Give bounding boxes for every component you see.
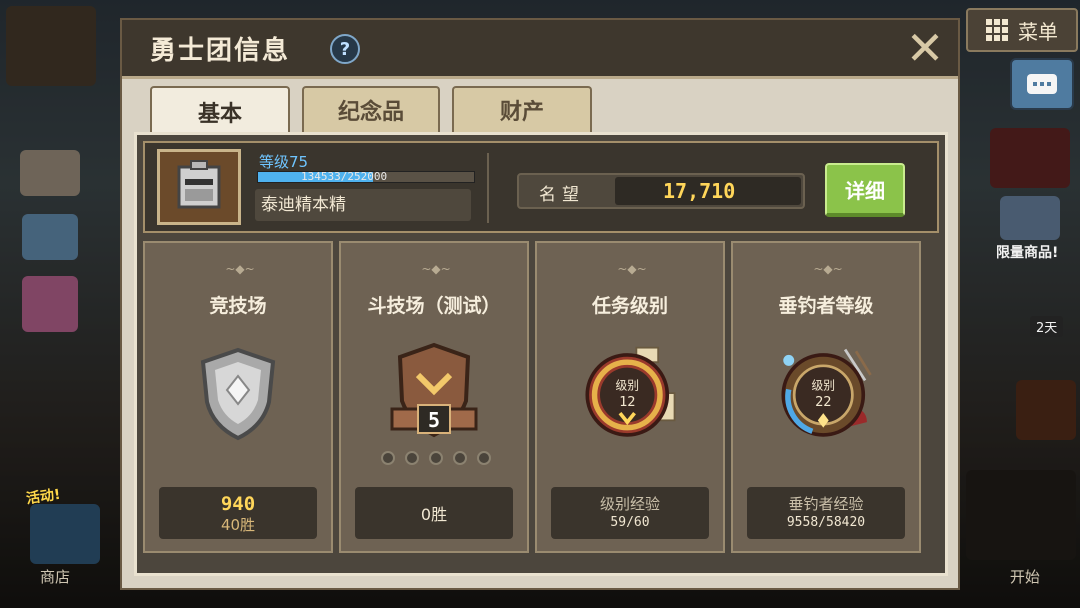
arena-wins: 40胜: [220, 516, 256, 534]
bronze-rank-badge-icon: 5: [384, 339, 484, 449]
dialog-title: 勇士团信息: [150, 36, 291, 66]
angler-exp-label: 垂钓者经验: [788, 495, 864, 513]
detail-button[interactable]: 详细: [825, 163, 905, 217]
tab-content: 等级75 134533/252000 泰迪精本精 名望 17,710 详细 ~◆…: [134, 132, 948, 576]
progress-dot: [405, 451, 419, 465]
fame-value-box: 17,710: [615, 177, 801, 205]
guild-emblem[interactable]: [157, 149, 241, 225]
colosseum-wins: 0胜: [420, 505, 448, 524]
card-title: 竞技场: [209, 295, 267, 317]
colosseum-score-box: 0胜: [355, 487, 513, 539]
angler-level-card[interactable]: ~◆~ 垂钓者等级 级别 22 垂钓者经验 9558/58420: [731, 241, 921, 553]
divider: [487, 153, 489, 223]
arena-card[interactable]: ~◆~ 竞技场 940 40胜: [143, 241, 333, 553]
rank-number: 5: [428, 408, 440, 432]
tab-basic[interactable]: 基本: [150, 86, 290, 136]
guild-level: 等级75: [259, 153, 309, 171]
limited-goods-label: 限量商品!: [996, 245, 1059, 261]
nav-shop[interactable]: 商店: [40, 566, 70, 608]
tab-assets[interactable]: 财产: [452, 86, 592, 132]
quest-scroll-badge-icon: 级别 12: [580, 339, 680, 449]
quest-exp-value: 59/60: [610, 515, 650, 530]
fame-label: 名望: [539, 185, 585, 205]
help-icon[interactable]: ?: [330, 34, 360, 64]
close-icon[interactable]: ✕: [902, 25, 948, 72]
ornament-divider: ~◆~: [617, 262, 647, 276]
guild-info-dialog: 勇士团信息 ? ✕ 基本 纪念品 财产 等级75 134533/252000 泰…: [120, 18, 960, 590]
grid-menu-icon: [986, 19, 1008, 41]
fishing-badge-icon: 级别 22: [776, 339, 876, 449]
progress-dot: [477, 451, 491, 465]
angler-exp-value: 9558/58420: [786, 515, 866, 530]
badge-value: 12: [619, 394, 635, 410]
dialog-header: 勇士团信息 ? ✕: [122, 20, 958, 79]
xp-text: 134533/252000: [301, 170, 388, 183]
angler-exp-box: 垂钓者经验 9558/58420: [747, 487, 905, 539]
badge-label: 级别: [811, 378, 835, 392]
profile-panel: 等级75 134533/252000 泰迪精本精 名望 17,710 详细: [143, 141, 939, 233]
progress-dot: [381, 451, 395, 465]
card-title: 斗技场（测试）: [367, 295, 501, 317]
fame-box: 名望 17,710: [517, 173, 805, 209]
ornament-divider: ~◆~: [813, 262, 843, 276]
guild-name: 泰迪精本精: [255, 189, 471, 221]
chat-button[interactable]: [1010, 58, 1074, 110]
fame-value: 17,710: [663, 179, 736, 203]
colosseum-card[interactable]: ~◆~ 斗技场（测试） 5 0胜: [339, 241, 529, 553]
badge-value: 22: [815, 394, 831, 410]
ornament-divider: ~◆~: [421, 262, 451, 276]
silver-shield-icon: [188, 339, 288, 449]
quest-exp-box: 级别经验 59/60: [551, 487, 709, 539]
progress-dot: [453, 451, 467, 465]
speech-bubble-icon: [1027, 74, 1057, 94]
progress-dots: [381, 451, 491, 467]
helmet-icon: [177, 160, 221, 209]
badge-label: 级别: [615, 378, 639, 392]
progress-dot: [429, 451, 443, 465]
arena-score-box: 940 40胜: [159, 487, 317, 539]
menu-button[interactable]: 菜单: [966, 8, 1078, 52]
nav-start[interactable]: 开始: [1010, 566, 1040, 608]
card-title: 垂钓者等级: [778, 295, 874, 317]
tab-memento[interactable]: 纪念品: [302, 86, 440, 132]
card-title: 任务级别: [591, 295, 668, 317]
quest-level-card[interactable]: ~◆~ 任务级别 级别 12 级别经验 59/60: [535, 241, 725, 553]
quest-exp-label: 级别经验: [599, 495, 660, 513]
arena-score: 940: [220, 493, 256, 515]
days-remaining-label: 2天: [1030, 316, 1064, 337]
menu-label: 菜单: [1018, 19, 1058, 44]
ornament-divider: ~◆~: [225, 262, 255, 276]
